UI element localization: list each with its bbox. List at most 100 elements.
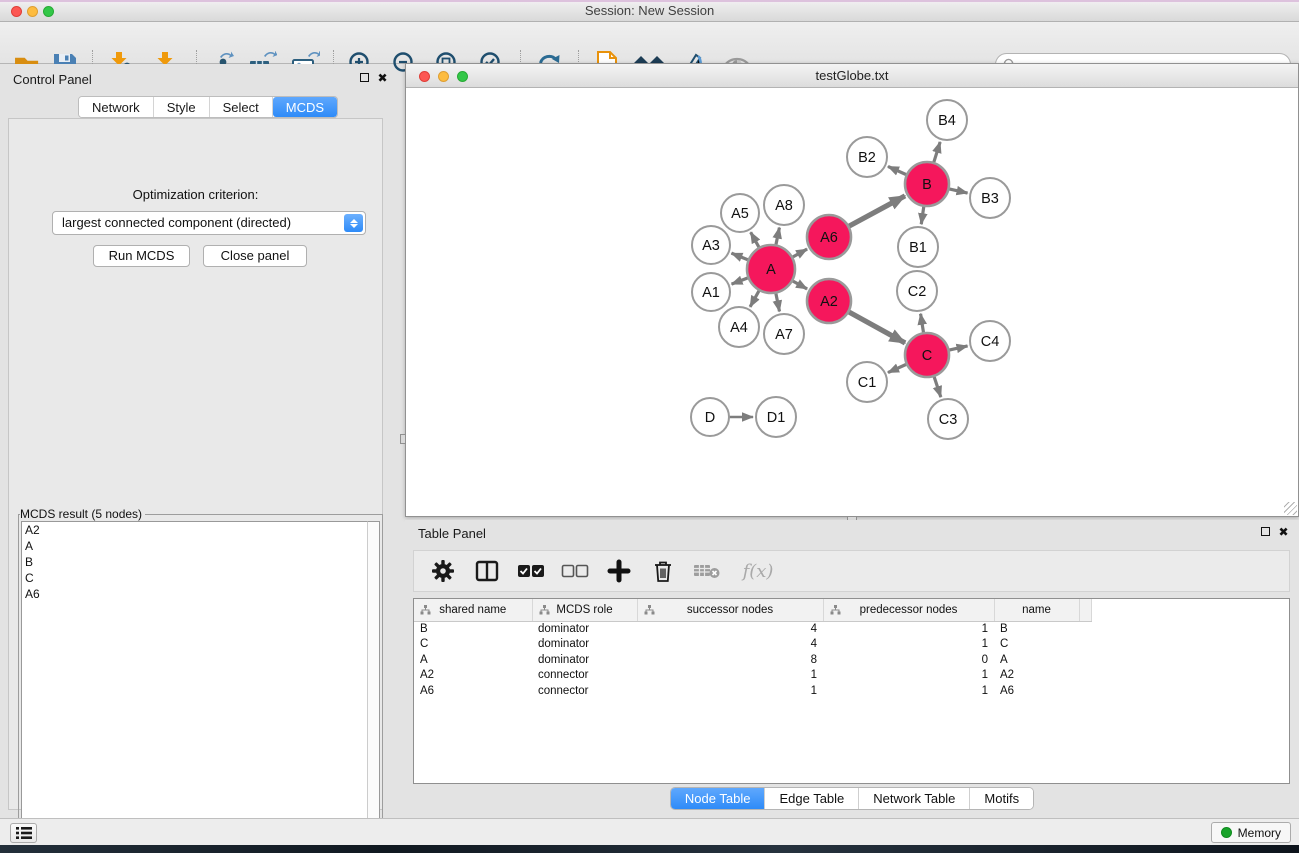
cell[interactable]: 4 (637, 637, 823, 653)
cell[interactable]: A (414, 652, 532, 668)
edge-A-A6[interactable] (791, 249, 807, 258)
application-window: Session: New Session (0, 0, 1299, 853)
edge-A-A2[interactable] (791, 280, 807, 289)
result-list-item[interactable]: B (22, 554, 368, 570)
select-all-columns-button[interactable] (516, 556, 546, 586)
edge-A2-C[interactable] (847, 311, 905, 343)
trash-icon (651, 558, 675, 584)
unchecked-checkboxes-icon (561, 564, 589, 578)
cell[interactable]: 8 (637, 652, 823, 668)
edge-B-B4[interactable] (933, 142, 940, 164)
edge-A-A7[interactable] (776, 292, 780, 312)
column-header-predecessor-nodes[interactable]: predecessor nodes (823, 599, 994, 621)
column-header-shared-name[interactable]: shared name (414, 599, 532, 621)
column-header-name[interactable]: name (994, 599, 1079, 621)
close-table-panel-icon[interactable]: ✖ (1277, 526, 1290, 539)
result-list-item[interactable]: C (22, 570, 368, 586)
cell[interactable]: 1 (823, 683, 994, 699)
table-row-A6[interactable]: A6connector11A6 (414, 683, 1091, 699)
table-row-C[interactable]: Cdominator41C (414, 637, 1091, 653)
cell[interactable]: A2 (994, 668, 1079, 684)
edge-B-B2[interactable] (888, 166, 908, 175)
column-header-MCDS-role[interactable]: MCDS role (532, 599, 637, 621)
table-row-A[interactable]: Adominator80A (414, 652, 1091, 668)
cell[interactable]: A (994, 652, 1079, 668)
cell[interactable]: B (994, 621, 1079, 637)
create-column-button[interactable] (604, 556, 634, 586)
delete-table-button[interactable] (692, 556, 722, 586)
result-scrollbar[interactable] (367, 521, 380, 851)
table-settings-button[interactable] (428, 556, 458, 586)
cell[interactable]: 1 (823, 637, 994, 653)
network-canvas[interactable]: B4B2BB3A5A8A6A3B1AA1C2A2A4A7C4CC1C3DD1 (406, 88, 1298, 516)
graph-node-label: A7 (775, 327, 793, 343)
mcds-panel-body: Optimization criterion: largest connecte… (8, 118, 383, 810)
cell[interactable]: A6 (994, 683, 1079, 699)
show-column-panel-button[interactable] (472, 556, 502, 586)
desktop-background (0, 845, 1299, 853)
tab-node-table[interactable]: Node Table (671, 788, 766, 809)
edge-A-A4[interactable] (750, 289, 760, 307)
edge-C-C4[interactable] (947, 346, 967, 350)
edge-A-A1[interactable] (732, 277, 750, 284)
edge-C-C3[interactable] (934, 375, 941, 397)
memory-button[interactable]: Memory (1211, 822, 1291, 843)
node-table-grid: shared nameMCDS rolesuccessor nodesprede… (414, 599, 1092, 699)
cell[interactable]: 1 (637, 683, 823, 699)
cell[interactable]: A6 (414, 683, 532, 699)
edge-B-B1[interactable] (921, 205, 924, 224)
cell[interactable]: C (414, 637, 532, 653)
main-toolbar (0, 22, 1299, 64)
criterion-dropdown-value: largest connected component (directed) (62, 215, 291, 230)
delete-column-button[interactable] (648, 556, 678, 586)
cell[interactable]: connector (532, 668, 637, 684)
task-history-button[interactable] (10, 823, 37, 843)
edge-A-A8[interactable] (776, 228, 780, 247)
close-panel-button[interactable]: Close panel (203, 245, 307, 267)
cell[interactable]: 0 (823, 652, 994, 668)
node-table: shared nameMCDS rolesuccessor nodesprede… (413, 598, 1290, 784)
cell[interactable]: 4 (637, 621, 823, 637)
float-panel-icon[interactable] (358, 72, 371, 85)
cell[interactable]: connector (532, 683, 637, 699)
graph-node-label: A8 (775, 198, 793, 214)
float-table-panel-icon[interactable] (1259, 526, 1272, 539)
edge-A-A5[interactable] (751, 232, 760, 249)
split-view-icon (474, 559, 500, 583)
tab-mcds[interactable]: MCDS (273, 97, 337, 117)
cell[interactable]: dominator (532, 621, 637, 637)
result-list-item[interactable]: A (22, 538, 368, 554)
mcds-result-list: A2ABCA6 (21, 521, 369, 851)
cell[interactable]: C (994, 637, 1079, 653)
cell[interactable]: B (414, 621, 532, 637)
criterion-dropdown[interactable]: largest connected component (directed) (52, 211, 366, 235)
cell[interactable]: 1 (823, 621, 994, 637)
table-row-A2[interactable]: A2connector11A2 (414, 668, 1091, 684)
table-row-B[interactable]: Bdominator41B (414, 621, 1091, 637)
unselect-all-columns-button[interactable] (560, 556, 590, 586)
edge-A-A3[interactable] (731, 253, 749, 260)
edge-C-C1[interactable] (888, 364, 908, 373)
cell[interactable]: dominator (532, 652, 637, 668)
cell[interactable]: 1 (823, 668, 994, 684)
tab-style[interactable]: Style (154, 97, 210, 117)
left-resize-handle[interactable] (400, 434, 406, 444)
edge-A6-B[interactable] (847, 196, 905, 227)
tab-select[interactable]: Select (210, 97, 273, 117)
function-builder-button[interactable]: f(x) (736, 556, 780, 586)
column-header-successor-nodes[interactable]: successor nodes (637, 599, 823, 621)
result-list-item[interactable]: A6 (22, 586, 368, 602)
tab-network-table[interactable]: Network Table (859, 788, 970, 809)
tab-edge-table[interactable]: Edge Table (765, 788, 859, 809)
close-panel-icon[interactable]: ✖ (376, 72, 389, 85)
edge-C-C2[interactable] (921, 314, 924, 335)
cell[interactable]: 1 (637, 668, 823, 684)
cell[interactable]: A2 (414, 668, 532, 684)
run-mcds-button[interactable]: Run MCDS (93, 245, 190, 267)
result-list-item[interactable]: A2 (22, 522, 368, 538)
edge-B-B3[interactable] (947, 189, 967, 193)
tab-network[interactable]: Network (79, 97, 154, 117)
resize-grip-icon[interactable] (1284, 502, 1297, 515)
cell[interactable]: dominator (532, 637, 637, 653)
tab-motifs[interactable]: Motifs (970, 788, 1033, 809)
